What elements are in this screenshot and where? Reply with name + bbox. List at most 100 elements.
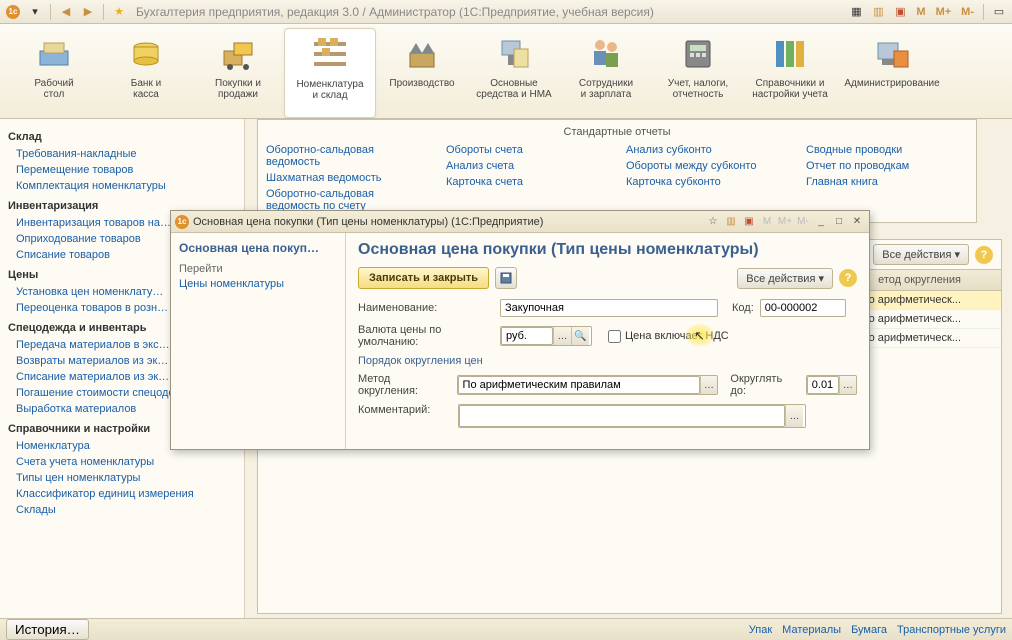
dialog-main-title: Основная цена покупки (Тип цены номенкла… [358, 241, 857, 259]
label-name: Наименование: [358, 302, 494, 314]
ribbon-admin[interactable]: Администрирование [836, 28, 948, 118]
all-actions-button[interactable]: Все действия ▾ [737, 268, 833, 289]
submenu-link[interactable]: Оборотно-сальдовая ведомость [266, 142, 428, 170]
m-minus-icon[interactable]: M- [795, 215, 811, 229]
submenu-link[interactable]: Анализ счета [446, 158, 608, 174]
submenu-link[interactable]: Карточка субконто [626, 174, 788, 190]
app-title: Бухгалтерия предприятия, редакция 3.0 / … [136, 5, 843, 19]
currency-input[interactable] [501, 327, 553, 345]
forward-icon[interactable]: ▶ [79, 3, 97, 21]
status-link[interactable]: Бумага [851, 624, 887, 636]
ribbon-bank[interactable]: Банк и касса [100, 28, 192, 118]
dialog-form: Основная цена покупки (Тип цены номенкла… [346, 233, 869, 449]
submenu-link[interactable]: Главная книга [806, 174, 968, 190]
dropdown-icon[interactable]: ▾ [26, 3, 44, 21]
separator [983, 4, 984, 20]
label-currency: Валюта цены по умолчанию: [358, 324, 494, 348]
separator [103, 4, 104, 20]
all-actions-button[interactable]: Все действия ▾ [873, 244, 969, 265]
section-rounding: Порядок округления цен [358, 355, 857, 367]
nav-link[interactable]: Классификатор единиц измерения [8, 486, 236, 502]
nav-link[interactable]: Счета учета номенклатуры [8, 454, 236, 470]
vat-checkbox[interactable] [608, 330, 621, 343]
submenu-link[interactable]: Карточка счета [446, 174, 608, 190]
submenu-link[interactable]: Шахматная ведомость [266, 170, 428, 186]
comment-input[interactable] [459, 405, 785, 427]
label-vat: Цена включает НДС [625, 330, 729, 342]
search-icon[interactable]: 🔍 [571, 327, 589, 345]
code-input[interactable] [760, 299, 846, 317]
dialog-title-text: Основная цена покупки (Тип цены номенкла… [193, 216, 705, 228]
price-type-dialog: 1c Основная цена покупки (Тип цены номен… [170, 210, 870, 450]
status-link[interactable]: Упак [749, 624, 772, 636]
submenu-link[interactable]: Сводные проводки [806, 142, 968, 158]
help-icon[interactable]: ? [975, 246, 993, 264]
separator [50, 4, 51, 20]
m-icon[interactable]: M [759, 215, 775, 229]
ribbon-taxes[interactable]: Учет, налоги, отчетность [652, 28, 744, 118]
grid-icon[interactable]: ▥ [723, 215, 739, 229]
ribbon-references[interactable]: Справочники и настройки учета [744, 28, 836, 118]
nav-group-title: Склад [8, 131, 236, 143]
m-minus-button[interactable]: M- [958, 6, 977, 18]
ribbon: Рабочий стол Банк и касса Покупки и прод… [0, 24, 1012, 119]
submenu-link[interactable]: Отчет по проводкам [806, 158, 968, 174]
app-icon: 1c [175, 215, 189, 229]
ellipsis-icon[interactable]: … [553, 327, 571, 345]
ellipsis-icon[interactable]: … [700, 376, 718, 394]
pin-icon[interactable]: ☆ [705, 215, 721, 229]
m-plus-icon[interactable]: M+ [777, 215, 793, 229]
help-icon[interactable]: ? [839, 269, 857, 287]
label-method: Метод округления: [358, 373, 451, 397]
save-icon[interactable] [495, 267, 517, 289]
submenu-link[interactable]: Обороты счета [446, 142, 608, 158]
write-close-button[interactable]: Записать и закрыть [358, 267, 489, 289]
m-button[interactable]: M [913, 6, 928, 18]
ribbon-desktop[interactable]: Рабочий стол [8, 28, 100, 118]
ribbon-employees[interactable]: Сотрудники и зарплата [560, 28, 652, 118]
method-input[interactable] [458, 376, 700, 394]
submenu-title: Стандартные отчеты [266, 126, 968, 138]
ribbon-production[interactable]: Производство [376, 28, 468, 118]
nav-link[interactable]: Комплектация номенклатуры [8, 178, 236, 194]
name-input[interactable] [500, 299, 718, 317]
app-icon[interactable]: 1c [4, 3, 22, 21]
minimize-icon[interactable]: _ [813, 215, 829, 229]
submenu-link[interactable]: Обороты между субконто [626, 158, 788, 174]
status-link[interactable]: Материалы [782, 624, 841, 636]
submenu-link[interactable]: Анализ субконто [626, 142, 788, 158]
close-icon[interactable]: ✕ [849, 215, 865, 229]
ribbon-assets[interactable]: Основные средства и НМА [468, 28, 560, 118]
grid-icon[interactable]: ▦ [847, 3, 865, 21]
calendar-icon[interactable]: ▣ [741, 215, 757, 229]
star-icon[interactable]: ★ [110, 3, 128, 21]
nav-link[interactable]: Требования-накладные [8, 146, 236, 162]
nav-link[interactable]: Склады [8, 502, 236, 518]
label-roundto: Округлять до: [730, 373, 799, 397]
nav-link[interactable]: Перемещение товаров [8, 162, 236, 178]
roundto-input[interactable] [807, 376, 839, 394]
dialog-titlebar[interactable]: 1c Основная цена покупки (Тип цены номен… [171, 211, 869, 233]
reports-submenu: Стандартные отчеты Оборотно-сальдовая ве… [257, 119, 977, 223]
label-comment: Комментарий: [358, 404, 452, 416]
dialog-nav-link[interactable]: Цены номенклатуры [179, 278, 337, 290]
dialog-nav-section: Перейти [179, 263, 337, 275]
ribbon-purchases[interactable]: Покупки и продажи [192, 28, 284, 118]
ellipsis-icon[interactable]: … [839, 376, 856, 394]
maximize-icon[interactable]: □ [831, 215, 847, 229]
status-link[interactable]: Транспортные услуги [897, 624, 1006, 636]
app-toolbar: 1c ▾ ◀ ▶ ★ Бухгалтерия предприятия, реда… [0, 0, 1012, 24]
calc-icon[interactable]: ▥ [869, 3, 887, 21]
dialog-nav: Основная цена покуп… Перейти Цены номенк… [171, 233, 346, 449]
window-icon[interactable]: ▭ [990, 3, 1008, 21]
back-icon[interactable]: ◀ [57, 3, 75, 21]
dialog-nav-title[interactable]: Основная цена покуп… [179, 241, 337, 255]
nav-link[interactable]: Типы цен номенклатуры [8, 470, 236, 486]
m-plus-button[interactable]: M+ [933, 6, 955, 18]
cursor-icon: ↖ [694, 328, 705, 344]
ribbon-stock[interactable]: Номенклатура и склад [284, 28, 376, 118]
label-code: Код: [732, 302, 754, 314]
calendar-icon[interactable]: ▣ [891, 3, 909, 21]
history-button[interactable]: История… [6, 619, 89, 640]
ellipsis-icon[interactable]: … [785, 405, 803, 427]
